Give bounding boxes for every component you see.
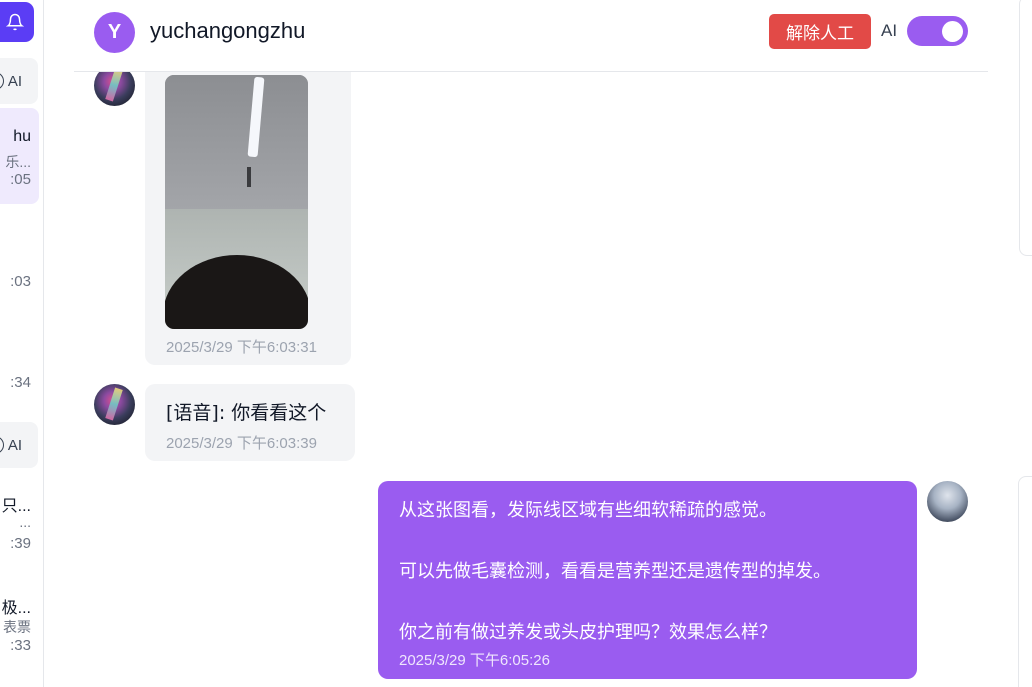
conversation-item[interactable]: :34 bbox=[0, 312, 39, 408]
conversation-time: :34 bbox=[10, 374, 31, 391]
conversation-time: :03 bbox=[10, 273, 31, 290]
message-timestamp: 2025/3/29 下午6:03:39 bbox=[166, 435, 317, 452]
customer-avatar bbox=[94, 384, 135, 425]
message-text-line: 可以先做毛囊检测，看看是营养型还是遗传型的掉发。 bbox=[399, 561, 831, 582]
side-panel-bottom bbox=[1018, 476, 1032, 687]
avatar: Y bbox=[94, 12, 135, 53]
conversation-name: 只... bbox=[1, 498, 31, 515]
ai-toggle[interactable] bbox=[907, 16, 968, 46]
ai-ring-icon bbox=[0, 436, 4, 454]
conversation-item[interactable]: 极... 表票 :33 bbox=[0, 574, 39, 666]
release-manual-button[interactable]: 解除人工 bbox=[769, 14, 871, 49]
conversation-time: :39 bbox=[10, 535, 31, 552]
ai-toggle-knob bbox=[942, 21, 963, 42]
conversation-sidebar: AI hu 乐... :05 :03 :34 AI 只... ... :39 极… bbox=[0, 0, 44, 687]
message-timestamp: 2025/3/29 下午6:03:31 bbox=[166, 339, 317, 356]
message-text-line: 你之前有做过养发或头皮护理吗？效果怎么样？ bbox=[399, 622, 777, 643]
conversation-snippet: 表票 bbox=[3, 619, 31, 635]
notification-button[interactable] bbox=[0, 2, 34, 42]
chat-header: Y yuchangongzhu 解除人工 AI bbox=[74, 0, 988, 72]
ai-badge-label: AI bbox=[7, 72, 22, 90]
chat-user-name: yuchangongzhu bbox=[150, 18, 306, 43]
ai-badge: AI bbox=[0, 422, 38, 468]
conversation-snippet: ... bbox=[19, 514, 31, 530]
message-bubble-outgoing: 从这张图看，发际线区域有些细软稀疏的感觉。 可以先做毛囊检测，看看是营养型还是遗… bbox=[378, 481, 917, 679]
conversation-snippet: 乐... bbox=[5, 154, 31, 170]
message-text: [语音]: 你看看这个 bbox=[166, 402, 327, 424]
chat-pane: 2025/3/29 下午6:03:31 [语音]: 你看看这个 2025/3/2… bbox=[74, 0, 988, 687]
ai-badge: AI bbox=[0, 58, 38, 104]
conversation-item[interactable]: hu 乐... :05 bbox=[0, 108, 39, 204]
bell-icon bbox=[6, 13, 24, 31]
message-timestamp: 2025/3/29 下午6:05:26 bbox=[399, 652, 550, 669]
conversation-item[interactable]: 只... ... :39 bbox=[0, 472, 39, 564]
message-bubble-incoming: 2025/3/29 下午6:03:31 bbox=[145, 60, 351, 365]
ai-badge-label: AI bbox=[7, 436, 22, 454]
conversation-time: :05 bbox=[10, 171, 31, 188]
conversation-name: 极... bbox=[1, 600, 31, 617]
agent-avatar bbox=[927, 481, 968, 522]
conversation-item[interactable]: :03 bbox=[0, 210, 39, 306]
ai-toggle-label: AI bbox=[881, 21, 898, 40]
conversation-name: hu bbox=[13, 128, 31, 145]
message-image[interactable] bbox=[165, 75, 308, 329]
message-bubble-incoming: [语音]: 你看看这个 2025/3/29 下午6:03:39 bbox=[145, 384, 355, 461]
side-panel-top bbox=[1019, 0, 1032, 256]
message-text-line: 从这张图看，发际线区域有些细软稀疏的感觉。 bbox=[399, 500, 777, 521]
ai-ring-icon bbox=[0, 72, 4, 90]
conversation-time: :33 bbox=[10, 637, 31, 654]
